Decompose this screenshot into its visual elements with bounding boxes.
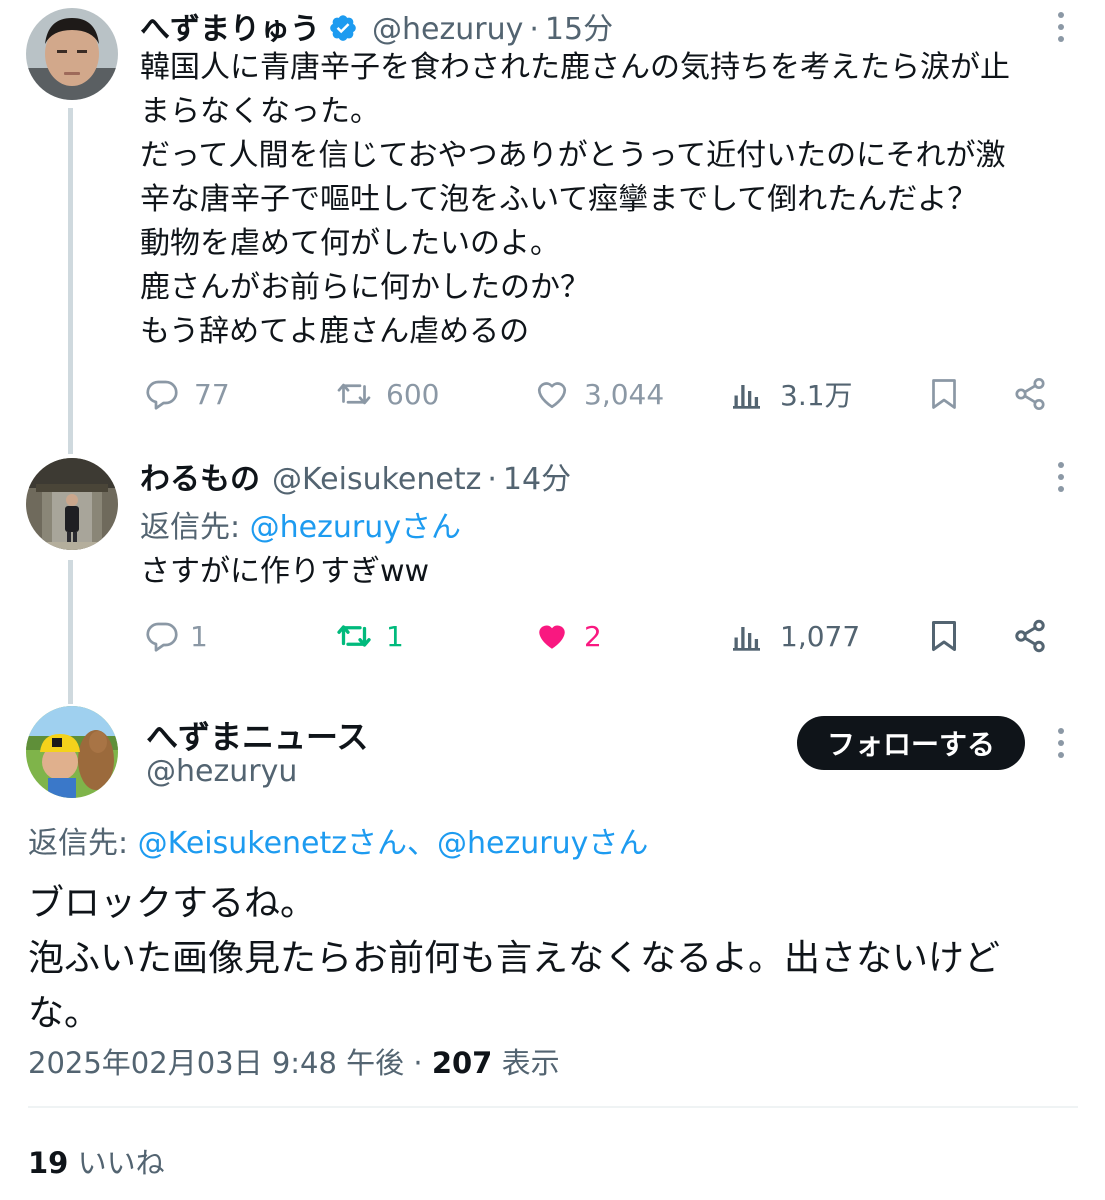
bookmark-icon	[932, 621, 956, 651]
action-bar: 1 1 2 1,077	[140, 614, 1060, 658]
share-icon	[1015, 377, 1045, 411]
tweet-header: へずまりゅう @hezuruy · 15分	[140, 4, 613, 48]
more-icon[interactable]	[1055, 12, 1067, 42]
views-button[interactable]: 3.1万	[730, 372, 853, 416]
main-display-name[interactable]: へずまニュース	[146, 712, 368, 758]
share-button[interactable]	[1012, 614, 1048, 658]
retweet-icon	[337, 383, 371, 405]
retweet-count: 600	[386, 377, 440, 411]
reply-button[interactable]: 77	[144, 372, 230, 416]
like-icon	[537, 382, 567, 409]
bookmark-button[interactable]	[926, 614, 962, 658]
retweet-button[interactable]: 1	[336, 614, 404, 658]
like-button[interactable]: 3,044	[534, 372, 664, 416]
view-count: 3.1万	[780, 379, 853, 412]
likes-label: いいね	[77, 1146, 165, 1180]
bookmark-icon	[932, 379, 956, 409]
separator-dot: ·	[487, 462, 497, 497]
reply-to-line: 返信先: @hezuruyさん	[140, 502, 461, 546]
likes-summary[interactable]: 19 いいね	[28, 1140, 165, 1182]
user-handle[interactable]: @Keisukenetz	[272, 462, 481, 497]
tweet-text: さすがに作りすぎww	[140, 554, 430, 589]
tweet-meta: 2025年02月03日 9:48 午後 · 207 表示	[28, 1040, 560, 1082]
main-tweet-text: ブロックするね。 泡ふいた画像見たらお前何も言えなくなるよ。出さないけど な。	[28, 883, 1001, 1034]
post-time[interactable]: 15分	[545, 4, 613, 48]
like-count: 3,044	[584, 377, 665, 411]
reply-count: 1	[190, 619, 208, 653]
views-label: 表示	[501, 1046, 560, 1080]
reply-icon	[146, 380, 178, 410]
display-name[interactable]: わるもの	[140, 454, 260, 498]
avatar[interactable]	[26, 8, 118, 100]
tweet-header: わるもの @Keisukenetz · 14分	[140, 454, 571, 498]
display-name[interactable]: へずまりゅう	[140, 4, 320, 48]
bookmark-button[interactable]	[926, 372, 962, 416]
reply-icon	[146, 622, 178, 652]
like-icon	[539, 625, 565, 649]
separator-dot: ·	[413, 1046, 432, 1080]
separator-dot: ·	[529, 12, 539, 47]
reply-count: 77	[194, 377, 230, 411]
retweet-icon	[337, 625, 371, 647]
like-count: 2	[584, 619, 602, 653]
likes-count: 19	[28, 1146, 69, 1180]
reply-button[interactable]: 1	[144, 614, 208, 658]
more-icon[interactable]	[1055, 462, 1067, 492]
views-button[interactable]: 1,077	[730, 614, 860, 658]
reply-target-link[interactable]: @hezuruyさん	[250, 510, 461, 545]
views-count: 207	[431, 1046, 493, 1080]
avatar[interactable]	[26, 706, 118, 798]
tweet-thread-view: へずまりゅう @hezuruy · 15分 韓国人に青唐辛子を食わされた鹿さんの…	[0, 0, 1105, 1200]
retweet-count: 1	[386, 619, 404, 653]
reply-prefix: 返信先:	[140, 510, 250, 545]
retweet-button[interactable]: 600	[336, 372, 439, 416]
thread-connector	[68, 108, 73, 454]
tweet-text: 韓国人に青唐辛子を食わされた鹿さんの気持ちを考えたら涙が止 まらなくなった。 だ…	[140, 50, 1010, 349]
timestamp[interactable]: 2025年02月03日 9:48 午後	[28, 1046, 404, 1080]
divider	[28, 1106, 1078, 1108]
main-reply-to-line: 返信先: @Keisukenetzさん、@hezuruyさん	[28, 818, 648, 862]
views-icon	[733, 385, 760, 409]
share-button[interactable]	[1012, 372, 1048, 416]
more-icon[interactable]	[1055, 728, 1067, 758]
user-handle[interactable]: @hezuruy	[372, 12, 523, 47]
reply-targets-link[interactable]: @Keisukenetzさん、@hezuruyさん	[138, 826, 649, 861]
follow-button[interactable]: フォローする	[797, 716, 1025, 770]
action-bar: 77 600 3,044 3.1万	[140, 372, 1060, 416]
main-user-handle[interactable]: @hezuryu	[146, 754, 297, 789]
post-time[interactable]: 14分	[503, 454, 571, 498]
avatar[interactable]	[26, 458, 118, 550]
view-count: 1,077	[780, 619, 861, 653]
views-icon	[733, 627, 760, 651]
reply-prefix: 返信先:	[28, 826, 138, 861]
like-button[interactable]: 2	[534, 614, 602, 658]
thread-connector	[68, 560, 73, 704]
share-icon	[1015, 619, 1045, 653]
verified-icon	[328, 13, 358, 43]
